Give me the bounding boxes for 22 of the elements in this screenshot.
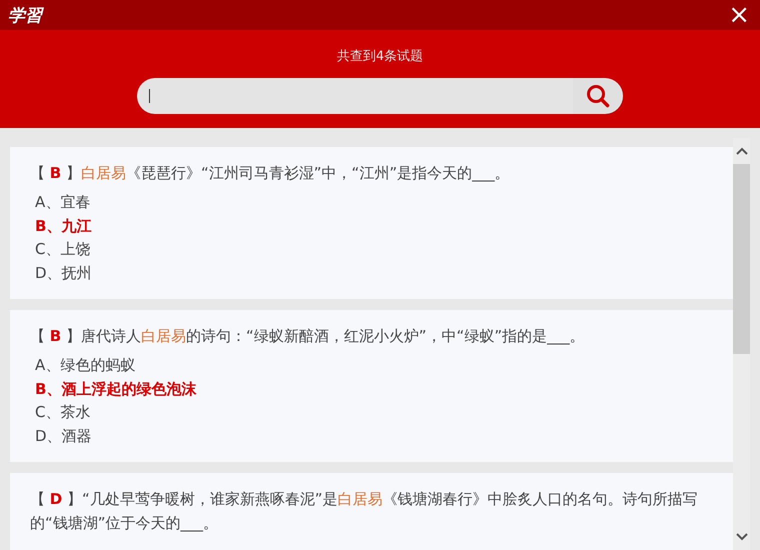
text-cursor: [149, 89, 150, 103]
question-text: 【 D 】“几处早莺争暖树，谁家新燕啄春泥”是白居易《钱塘湖春行》中脍炙人口的名句。诗句所描写的“钱塘湖”位于今天的___。: [30, 489, 699, 534]
close-button[interactable]: ×: [728, 2, 750, 28]
scrollbar[interactable]: [733, 138, 750, 550]
answer-option: A、宜春: [30, 191, 713, 214]
question-text: 【 B 】白居易《琵琶行》“江州司马青衫湿”中，“江州”是指今天的___。: [30, 163, 511, 184]
answer-option: A、绿色的蚂蚁: [30, 354, 713, 378]
search-icon: [586, 84, 610, 108]
answer-option: D、酒器: [30, 424, 713, 448]
answer-option: C、上饶: [30, 238, 713, 262]
correct-option: B、九江: [30, 214, 713, 238]
search-button[interactable]: [573, 78, 623, 114]
app-logo: 学習: [8, 4, 42, 26]
question-text: 【 B 】唐代诗人白居易的诗句：“绿蚁新醅酒，红泥小火炉”，中“绿蚁”指的是___。: [30, 326, 586, 347]
result-count: 共查到4条试题: [336, 48, 424, 65]
search-field[interactable]: [137, 78, 573, 114]
scrollbar-thumb[interactable]: [733, 164, 750, 354]
scroll-up-icon[interactable]: [736, 146, 748, 156]
answer-option: D、抚州: [30, 262, 713, 285]
answer-option: C、茶水: [30, 401, 713, 424]
scroll-down-icon[interactable]: [736, 532, 748, 542]
correct-option: B、酒上浮起的绿色泡沫: [30, 378, 713, 401]
